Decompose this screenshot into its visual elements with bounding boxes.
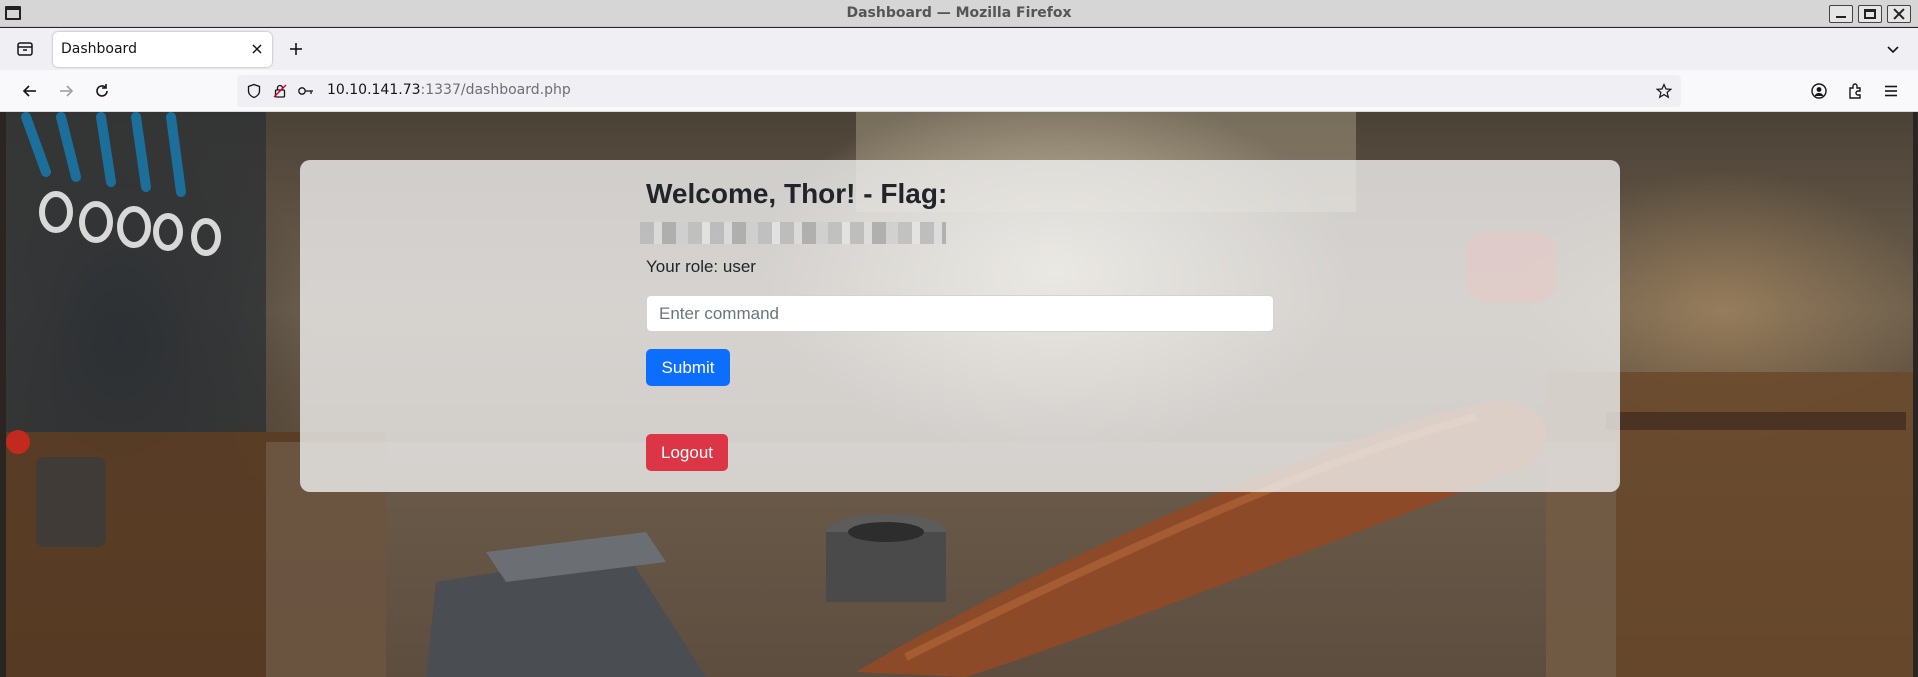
minimize-button[interactable] (1829, 5, 1853, 23)
plus-icon[interactable] (285, 38, 307, 60)
forward-arrow-icon[interactable] (54, 79, 78, 103)
window-title: Dashboard — Mozilla Firefox (846, 5, 1072, 21)
url-path: :1337/dashboard.php (420, 82, 571, 98)
tab-title: Dashboard (61, 41, 137, 57)
url-host: 10.10.141.73 (327, 82, 421, 98)
extensions-icon[interactable] (1843, 79, 1867, 103)
maximize-button[interactable] (1858, 5, 1882, 23)
url-bar[interactable]: 10.10.141.73:1337/dashboard.php (237, 75, 1681, 107)
tabs-list-icon[interactable] (14, 38, 36, 60)
url-text[interactable]: 10.10.141.73:1337/dashboard.php (327, 82, 571, 98)
tab-strip: Dashboard (0, 28, 1918, 70)
logout-button[interactable]: Logout (646, 434, 728, 471)
tab-dashboard[interactable]: Dashboard (53, 32, 272, 67)
permissions-icon[interactable] (271, 82, 289, 100)
redacted-flag (640, 222, 946, 244)
shield-icon[interactable] (245, 82, 263, 100)
submit-button[interactable]: Submit (646, 349, 730, 386)
role-text: Your role: user (646, 257, 756, 276)
star-icon[interactable] (1655, 82, 1673, 100)
close-window-button[interactable] (1887, 5, 1911, 23)
hamburger-menu-icon[interactable] (1879, 79, 1903, 103)
command-input[interactable] (646, 295, 1274, 332)
navigation-bar: 10.10.141.73:1337/dashboard.php (0, 70, 1918, 112)
back-arrow-icon[interactable] (18, 79, 42, 103)
reload-icon[interactable] (90, 79, 114, 103)
account-icon[interactable] (1807, 79, 1831, 103)
key-icon[interactable] (297, 82, 315, 100)
chevron-down-icon[interactable] (1882, 38, 1904, 60)
window-titlebar: Dashboard — Mozilla Firefox (0, 0, 1918, 27)
welcome-heading: Welcome, Thor! - Flag: (646, 178, 948, 209)
page-viewport (6, 112, 1913, 677)
close-icon[interactable] (248, 40, 266, 58)
